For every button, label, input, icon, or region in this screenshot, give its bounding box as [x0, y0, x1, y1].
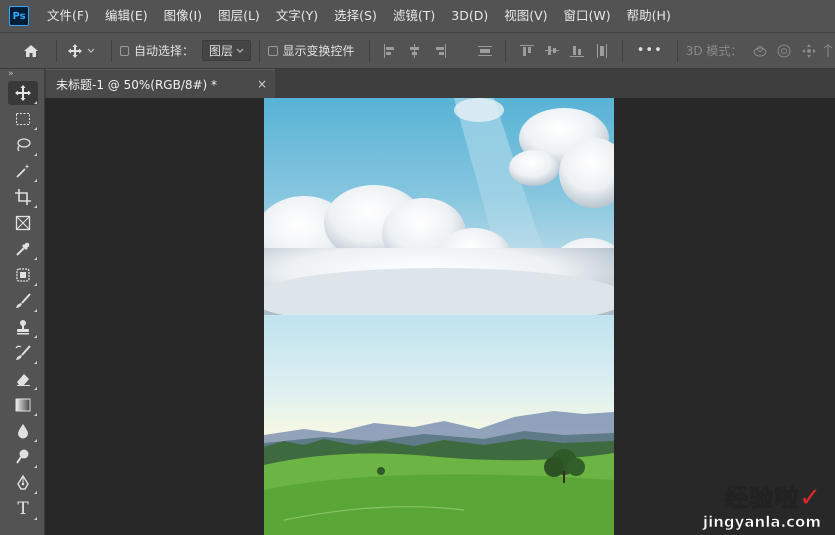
panel-collapse-grip[interactable]: » — [0, 69, 44, 79]
auto-select-label: 自动选择： — [133, 44, 194, 58]
lasso-icon — [17, 138, 31, 152]
pan-3d-camera-icon[interactable] — [799, 43, 818, 59]
stamp-icon — [17, 320, 29, 335]
align-right-edges-icon[interactable] — [433, 43, 447, 58]
menu-filter[interactable]: 滤镜(T) — [385, 0, 443, 32]
divider — [56, 39, 58, 62]
sky-cloud-photo — [264, 98, 614, 315]
close-icon[interactable]: × — [257, 77, 267, 91]
green-landscape-photo — [264, 315, 614, 535]
pen-icon — [17, 474, 29, 490]
align-horizontal-centers-icon[interactable] — [408, 43, 421, 58]
eyedropper-icon — [16, 242, 30, 256]
dodge-icon — [16, 449, 29, 464]
brush-icon — [16, 293, 31, 308]
clone-stamp-tool[interactable] — [8, 315, 38, 339]
hills-and-trees — [264, 411, 614, 535]
document-tab-title: 未标题-1 @ 50%(RGB/8#) * — [56, 77, 218, 92]
show-transform-controls-label: 显示变换控件 — [282, 44, 355, 58]
menu-bar: Ps 文件(F) 编辑(E) 图像(I) 图层(L) 文字(Y) 选择(S) 滤… — [0, 0, 835, 32]
distribute-vertical-icon[interactable] — [478, 44, 493, 58]
menu-window[interactable]: 窗口(W) — [556, 0, 619, 32]
crop-tool[interactable] — [8, 185, 38, 209]
menu-edit[interactable]: 编辑(E) — [97, 0, 156, 32]
patch-icon — [16, 268, 30, 282]
roll-3d-camera-icon[interactable] — [775, 43, 794, 59]
eraser-icon — [17, 374, 30, 386]
move-icon — [15, 85, 31, 101]
divider — [110, 39, 112, 62]
dodge-tool[interactable] — [8, 445, 38, 469]
menu-layer[interactable]: 图层(L) — [210, 0, 268, 32]
lasso-tool[interactable] — [8, 133, 38, 157]
menu-type[interactable]: 文字(Y) — [268, 0, 326, 32]
slide-3d-camera-icon[interactable] — [822, 43, 835, 59]
divider — [368, 39, 370, 62]
cloud-shapes — [264, 98, 614, 315]
distribute-horizontal-icon[interactable] — [595, 43, 608, 58]
align-top-edges-icon[interactable] — [519, 44, 534, 58]
history-brush-tool[interactable] — [8, 341, 38, 365]
divider — [259, 39, 261, 62]
move-tool-preset-icon[interactable] — [65, 43, 85, 59]
more-options-button[interactable]: ••• — [637, 43, 663, 58]
layer-select-value: 图层 — [208, 44, 233, 58]
eraser-tool[interactable] — [8, 367, 38, 391]
magic-wand-icon — [16, 164, 30, 178]
menu-file[interactable]: 文件(F) — [39, 0, 97, 32]
menu-image[interactable]: 图像(I) — [156, 0, 210, 32]
gradient-icon — [15, 398, 31, 412]
watermark-text-cn: 经验啦 — [724, 484, 800, 513]
crop-icon — [15, 189, 31, 205]
tools-panel: » T — [0, 69, 45, 535]
frame-tool[interactable] — [8, 211, 38, 235]
chevron-down-icon — [236, 48, 244, 53]
menu-3d[interactable]: 3D(D) — [443, 0, 496, 32]
chevron-down-icon[interactable] — [86, 48, 97, 54]
brush-tool[interactable] — [8, 289, 38, 313]
canvas-area[interactable]: 经验啦✓ jingyanla.com — [45, 98, 835, 535]
photoshop-logo[interactable]: Ps — [9, 6, 29, 26]
watermark-text-en: jingyanla.com — [702, 513, 822, 532]
layer-select-dropdown[interactable]: 图层 — [201, 40, 252, 61]
3d-mode-label: 3D 模式： — [685, 44, 743, 58]
divider — [676, 39, 678, 62]
align-left-edges-icon[interactable] — [383, 43, 396, 58]
patch-tool[interactable] — [8, 263, 38, 287]
marquee-icon — [16, 113, 30, 125]
document-tab[interactable]: 未标题-1 @ 50%(RGB/8#) * × — [46, 69, 275, 98]
magic-wand-tool[interactable] — [8, 159, 38, 183]
menu-help[interactable]: 帮助(H) — [619, 0, 679, 32]
options-bar: 自动选择： 图层 显示变换控件 ••• 3D 模式： — [0, 32, 835, 69]
history-brush-icon — [15, 345, 31, 360]
rectangular-marquee-tool[interactable] — [8, 107, 38, 131]
home-icon[interactable] — [20, 43, 42, 59]
type-tool[interactable]: T — [8, 497, 38, 521]
menu-select[interactable]: 选择(S) — [326, 0, 385, 32]
blur-tool[interactable] — [8, 419, 38, 443]
divider — [621, 39, 623, 62]
divider — [505, 39, 506, 62]
align-bottom-edges-icon[interactable] — [569, 44, 584, 58]
blur-drop-icon — [18, 424, 28, 439]
gradient-tool[interactable] — [8, 393, 38, 417]
auto-select-checkbox[interactable] — [119, 45, 129, 56]
menu-view[interactable]: 视图(V) — [496, 0, 555, 32]
orbit-3d-camera-icon[interactable] — [750, 44, 769, 58]
eyedropper-tool[interactable] — [8, 237, 38, 261]
document-tab-strip: 未标题-1 @ 50%(RGB/8#) * × — [45, 69, 835, 98]
show-transform-controls-checkbox[interactable] — [268, 45, 278, 56]
watermark: 经验啦✓ jingyanla.com — [702, 478, 822, 532]
frame-icon — [15, 215, 31, 231]
align-vertical-centers-icon[interactable] — [544, 44, 559, 58]
pen-tool[interactable] — [8, 471, 38, 495]
document-canvas[interactable] — [264, 98, 614, 535]
check-icon: ✓ — [799, 483, 821, 513]
move-tool[interactable] — [8, 81, 38, 105]
type-icon: T — [17, 499, 29, 519]
